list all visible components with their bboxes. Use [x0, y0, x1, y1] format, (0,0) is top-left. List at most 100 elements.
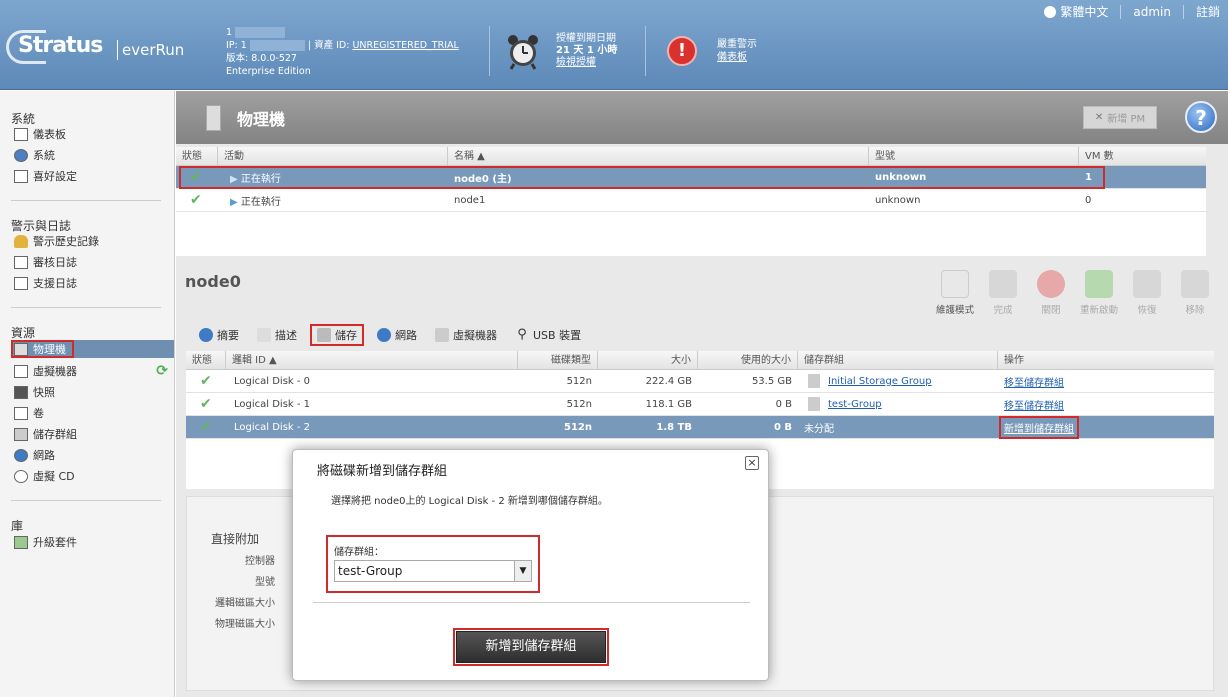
sidebar-item-virtual-cd[interactable]: 虛擬 CD [14, 467, 172, 485]
storage-group-link[interactable]: Initial Storage Group [828, 376, 932, 387]
chevron-down-icon[interactable]: ▼ [514, 561, 531, 581]
col-action[interactable]: 操作 [998, 351, 1214, 370]
storage-group-link[interactable]: test-Group [828, 399, 882, 410]
sidebar-item-support-log[interactable]: 支援日誌 [14, 274, 172, 292]
shutdown-button[interactable]: 關閉 [1027, 270, 1075, 316]
restart-button[interactable]: 重新啟動 [1075, 270, 1123, 316]
maintenance-mode-button[interactable]: 維護模式 [931, 270, 979, 316]
sidebar-item-audit-log[interactable]: 審核日誌 [14, 253, 172, 271]
sidebar-item-volumes[interactable]: 卷 [14, 404, 172, 422]
help-icon[interactable]: ? [1185, 101, 1217, 133]
new-pm-button[interactable]: ✕ 新增 PM [1083, 106, 1157, 129]
storage-group-select[interactable]: test-Group ▼ [334, 560, 532, 582]
tab-summary[interactable]: 摘要 [194, 324, 244, 346]
move-to-storage-group-link[interactable]: 移至儲存群組 [1004, 378, 1064, 389]
sidebar-item-label: 儲存群組 [33, 428, 77, 441]
remove-button[interactable]: 移除 [1171, 270, 1219, 316]
sidebar-item-physical-machines[interactable]: 物理機 [11, 340, 74, 358]
alarm-title: 嚴重警示 [717, 39, 757, 50]
col-status[interactable]: 狀態 [186, 350, 226, 370]
col-status[interactable]: 狀態 [176, 146, 218, 166]
pm-table-header: 狀態 活動 名稱 ▲ 型號 VM 數 [176, 146, 1206, 166]
sidebar-item-upgrade-kits[interactable]: 升級套件 [14, 533, 172, 551]
action-label: 重新啟動 [1079, 305, 1118, 316]
sidebar-item-storage-groups[interactable]: 儲存群組 [14, 425, 172, 443]
dashboard-link[interactable]: 儀表板 [717, 52, 747, 63]
name-cell: node1 [454, 194, 486, 206]
table-row[interactable]: ✔ Logical Disk - 2 512n 1.8 TB 0 B 未分配 新… [186, 415, 1214, 439]
storage-icon [317, 328, 331, 342]
storage-group-label: 儲存群組： [334, 547, 384, 558]
sidebar-item-networks[interactable]: 網路 [14, 446, 172, 464]
action-label: 關閉 [1041, 305, 1061, 316]
system-name: 1 [226, 27, 233, 38]
monitor-icon [14, 364, 28, 378]
user-menu[interactable]: admin [1133, 5, 1171, 19]
menu-divider [1120, 4, 1122, 19]
sidebar-item-system[interactable]: 系統 [14, 146, 172, 164]
sidebar-item-label: 虛擬 CD [33, 470, 75, 483]
used-size-cell: 0 B [775, 398, 792, 410]
sidebar-item-dashboard[interactable]: 儀表板 [14, 125, 172, 143]
add-to-storage-group-link[interactable]: 新增到儲存群組 [999, 415, 1079, 439]
system-info: 1 IP: 1 | 資產 ID: UNREGISTERED_TRIAL 版本: … [226, 26, 459, 78]
camera-icon [14, 385, 28, 399]
license-remaining: 21 天 1 小時 [556, 45, 618, 56]
close-icon[interactable]: × [745, 456, 759, 470]
globe-icon [1044, 5, 1057, 18]
sidebar-item-preferences[interactable]: 喜好設定 [14, 167, 172, 185]
sidebar-item-label: 儀表板 [33, 128, 66, 141]
table-row[interactable]: ✔ Logical Disk - 0 512n 222.4 GB 53.5 GB… [186, 370, 1214, 393]
size-cell: 118.1 GB [645, 398, 692, 410]
col-used-size[interactable]: 使用的大小 [698, 350, 798, 370]
tab-network[interactable]: 網路 [372, 324, 422, 346]
volume-icon [14, 406, 28, 420]
tab-label: 儲存 [335, 329, 357, 342]
add-to-storage-group-button[interactable]: 新增到儲存群組 [453, 628, 609, 666]
col-model[interactable]: 型號 [869, 146, 1079, 166]
move-to-storage-group-link[interactable]: 移至儲存群組 [1004, 401, 1064, 412]
col-size[interactable]: 大小 [598, 350, 698, 370]
logout-link[interactable]: 註銷 [1196, 3, 1220, 20]
tab-usb-devices[interactable]: ⚲ USB 裝置 [510, 324, 586, 346]
critical-alert-icon: ! [667, 36, 697, 66]
action-label: 維護模式 [935, 305, 974, 316]
play-icon: ▶ [230, 196, 238, 208]
asset-id-link[interactable]: UNREGISTERED_TRIAL [352, 40, 458, 51]
version-text: 版本: 8.0.0-527 [226, 53, 297, 64]
tab-storage[interactable]: 儲存 [310, 324, 364, 346]
col-vm-count[interactable]: VM 數 [1079, 147, 1206, 166]
finish-button[interactable]: 完成 [979, 270, 1027, 316]
table-row[interactable]: ✔ ▶ 正在執行 node0 (主) unknown 1 [176, 166, 1206, 189]
tab-virtual-machines[interactable]: 虛擬機器 [430, 324, 502, 346]
col-name[interactable]: 名稱 ▲ [448, 146, 869, 166]
package-icon [14, 535, 28, 549]
sidebar: 系統 儀表板 系統 喜好設定 警示與日誌 警示歷史記錄 審核日誌 支援日誌 資源… [0, 91, 175, 697]
logical-id-cell: Logical Disk - 2 [234, 421, 311, 433]
check-icon: ✔ [200, 373, 212, 389]
table-row[interactable]: ✔ ▶ 正在執行 node1 unknown 0 [176, 189, 1206, 212]
sidebar-item-snapshots[interactable]: 快照 [14, 383, 172, 401]
redacted-ip [249, 40, 305, 51]
server-icon [14, 342, 28, 356]
language-selector[interactable]: 繁體中文 [1060, 3, 1108, 20]
table-row[interactable]: ✔ Logical Disk - 1 512n 118.1 GB 0 B tes… [186, 393, 1214, 416]
size-cell: 1.8 TB [656, 421, 692, 433]
view-license-link[interactable]: 檢視授權 [556, 57, 596, 68]
refresh-icon[interactable]: ⟳ [156, 363, 168, 379]
tab-description[interactable]: 描述 [252, 324, 302, 346]
asset-id-label: | 資產 ID: [307, 40, 350, 51]
model-cell: unknown [875, 194, 921, 206]
sidebar-item-virtual-machines[interactable]: 虛擬機器 ⟳ [14, 362, 172, 380]
recover-button[interactable]: 恢復 [1123, 270, 1171, 316]
col-activity[interactable]: 活動 [218, 146, 448, 166]
col-storage-group[interactable]: 儲存群組 [798, 350, 998, 370]
col-logical-id[interactable]: 邏輯 ID ▲ [226, 350, 518, 370]
logo-sub: everRun [122, 41, 185, 59]
col-disk-type[interactable]: 磁碟類型 [518, 350, 598, 370]
detail-label-controller: 控制器 [245, 556, 275, 567]
sidebar-divider [11, 200, 161, 201]
cd-icon [14, 469, 28, 483]
sidebar-item-alert-history[interactable]: 警示歷史記錄 [14, 232, 172, 250]
tab-label: 虛擬機器 [453, 329, 497, 342]
